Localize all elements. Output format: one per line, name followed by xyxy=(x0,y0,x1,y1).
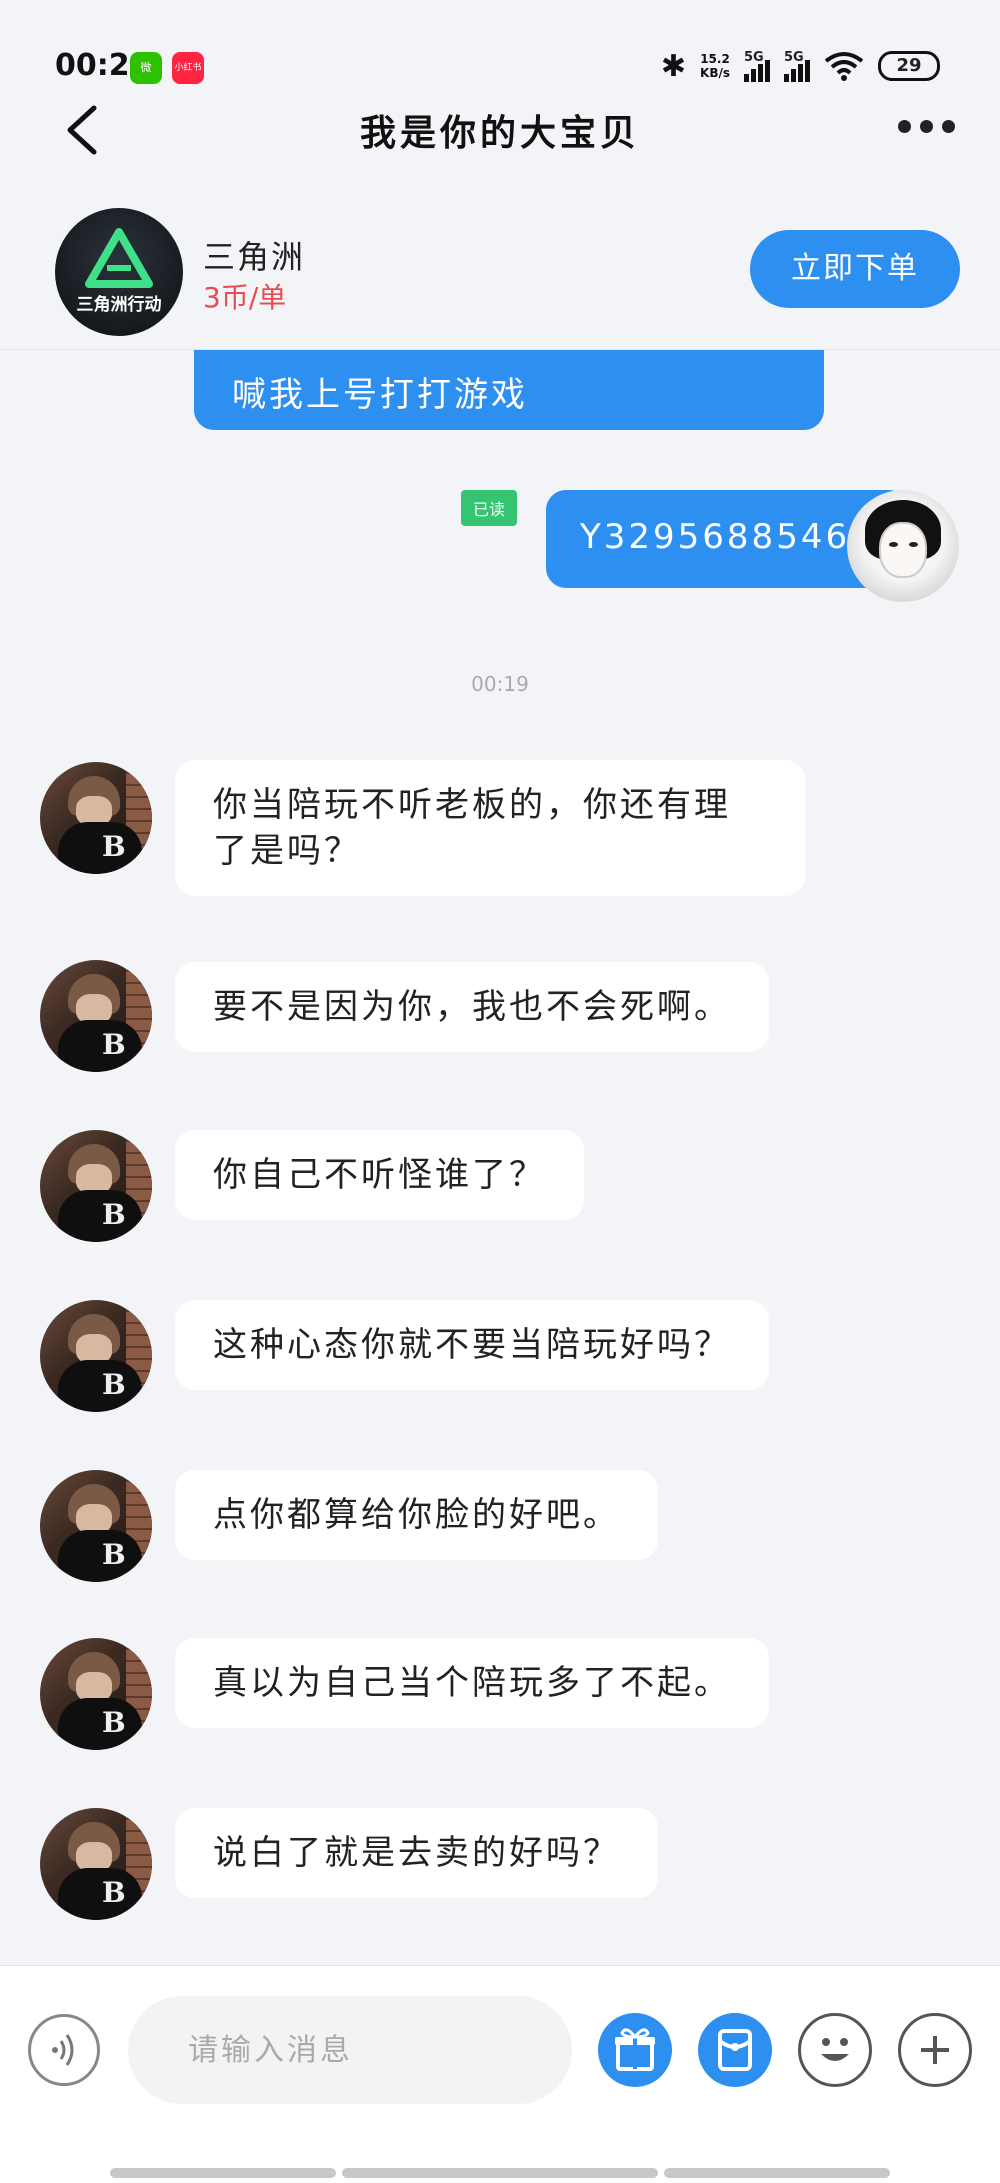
triangle-logo-icon xyxy=(85,228,153,288)
message-timestamp: 00:19 xyxy=(471,672,529,696)
voice-button[interactable] xyxy=(28,2014,100,2086)
net-speed-unit: KB/s xyxy=(700,66,730,80)
chat-area[interactable]: 喊我上号打打游戏 已读 Y3295688546u 00:19 B 你当陪玩不听老… xyxy=(0,350,1000,1965)
signal-icon: 5G xyxy=(744,50,770,82)
signal-icon-2: 5G xyxy=(784,50,810,82)
message-text: 这种心态你就不要当陪玩好吗？ xyxy=(213,1325,731,1365)
message-text: 要不是因为你，我也不会死啊。 xyxy=(213,987,731,1027)
message-text: 喊我上号打打游戏 xyxy=(232,375,528,415)
other-avatar[interactable]: B xyxy=(40,1808,152,1920)
other-avatar[interactable]: B xyxy=(40,960,152,1072)
message-bubble-in[interactable]: 这种心态你就不要当陪玩好吗？ xyxy=(175,1300,769,1390)
product-card: 三角洲行动 三角洲 3币/单 立即下单 xyxy=(0,180,1000,350)
net-speed: 15.2 KB/s xyxy=(700,52,730,80)
product-logo-text: 三角洲行动 xyxy=(76,295,162,315)
signal-label: 5G xyxy=(744,50,764,65)
wifi-icon xyxy=(824,52,864,81)
message-bubble-in[interactable]: 你自己不听怪谁了？ xyxy=(175,1130,584,1220)
product-price: 3币/单 xyxy=(203,281,287,314)
message-text: 说白了就是去卖的好吗？ xyxy=(213,1833,620,1873)
message-bubble-in[interactable]: 真以为自己当个陪玩多了不起。 xyxy=(175,1638,769,1728)
page-title: 我是你的大宝贝 xyxy=(359,113,640,154)
redbook-notification-icon: 小红书 xyxy=(172,52,204,84)
plus-icon xyxy=(921,2036,949,2064)
status-indicators: ✱ 15.2 KB/s 5G 5G 29 xyxy=(661,46,940,86)
other-avatar[interactable]: B xyxy=(40,1130,152,1242)
message-bubble-in[interactable]: 要不是因为你，我也不会死啊。 xyxy=(175,962,769,1052)
home-indicator xyxy=(110,2168,890,2178)
signal-label-2: 5G xyxy=(784,50,804,65)
read-badge: 已读 xyxy=(461,490,518,526)
message-bubble-in[interactable]: 点你都算给你脸的好吧。 xyxy=(175,1470,658,1560)
title-bar: 我是你的大宝贝 xyxy=(0,90,1000,170)
input-bar xyxy=(0,1965,1000,2183)
product-logo: 三角洲行动 xyxy=(55,208,183,336)
message-text: 你当陪玩不听老板的，你还有理了是吗？ xyxy=(213,785,731,871)
emoji-button[interactable] xyxy=(798,2013,872,2087)
message-text: 真以为自己当个陪玩多了不起。 xyxy=(213,1663,731,1703)
more-icon[interactable] xyxy=(898,120,955,133)
other-avatar[interactable]: B xyxy=(40,1638,152,1750)
product-name: 三角洲 xyxy=(203,238,306,276)
battery-icon: 29 xyxy=(878,51,940,81)
message-bubble-in[interactable]: 你当陪玩不听老板的，你还有理了是吗？ xyxy=(175,760,805,896)
red-packet-icon xyxy=(718,2029,752,2071)
voice-icon xyxy=(52,2034,74,2066)
message-bubble-in[interactable]: 说白了就是去卖的好吗？ xyxy=(175,1808,658,1898)
message-text: 点你都算给你脸的好吧。 xyxy=(213,1495,620,1535)
other-avatar[interactable]: B xyxy=(40,1470,152,1582)
bluetooth-icon: ✱ xyxy=(660,48,687,84)
message-input[interactable] xyxy=(128,1996,572,2104)
message-bubble-out[interactable]: 喊我上号打打游戏 xyxy=(194,350,824,430)
other-avatar[interactable]: B xyxy=(40,762,152,874)
message-text: 你自己不听怪谁了？ xyxy=(213,1155,546,1195)
my-avatar[interactable] xyxy=(847,490,959,602)
wechat-notification-icon: 微 xyxy=(130,52,162,84)
net-speed-value: 15.2 xyxy=(700,52,730,66)
emoji-icon xyxy=(821,2038,849,2061)
message-text: Y3295688546u xyxy=(580,517,875,557)
plus-button[interactable] xyxy=(898,2013,972,2087)
gift-icon xyxy=(615,2028,655,2071)
other-avatar[interactable]: B xyxy=(40,1300,152,1412)
order-button[interactable]: 立即下单 xyxy=(750,230,960,308)
red-packet-button[interactable] xyxy=(698,2013,772,2087)
gift-button[interactable] xyxy=(598,2013,672,2087)
